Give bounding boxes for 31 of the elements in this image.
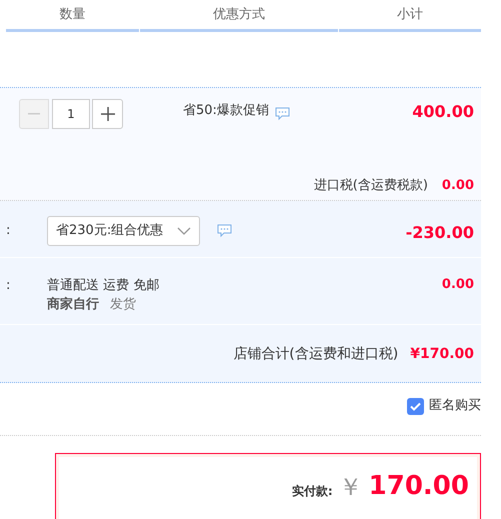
increase-button[interactable] <box>92 99 123 129</box>
column-header: 小计 <box>339 0 481 32</box>
promotion-text: 省50:爆款促销 <box>183 102 269 120</box>
import-tax-label: 进口税(含运费税款) <box>314 177 428 195</box>
delivery-method: 普通配送 运费 免邮 <box>47 276 160 295</box>
discount-label: : <box>6 222 10 240</box>
plus-icon <box>100 107 114 121</box>
decrease-button[interactable] <box>19 99 49 129</box>
chevron-down-icon <box>177 227 191 235</box>
check-icon <box>410 402 421 410</box>
quantity-field[interactable]: 1 <box>52 99 90 129</box>
delivery-amount: 0.00 <box>442 276 474 294</box>
import-tax-amount: 0.00 <box>442 177 474 195</box>
comment-icon[interactable] <box>217 224 232 238</box>
column-header: 优惠方式 <box>140 0 338 32</box>
subtotal-price: 400.00 <box>412 101 474 123</box>
discount-select[interactable]: 省230元:组合优惠 <box>47 216 200 246</box>
payment-amount: 170.00 <box>368 470 469 503</box>
store-total-amount: ¥170.00 <box>410 345 474 364</box>
anonymous-label: 匿名购买 <box>429 397 481 416</box>
currency-symbol: ￥ <box>338 472 363 502</box>
shipper-label: 商家自行 <box>47 296 99 314</box>
delivery-label: : <box>6 277 10 295</box>
minus-icon <box>28 113 40 115</box>
anonymous-checkbox[interactable] <box>407 398 424 414</box>
comment-icon[interactable] <box>274 106 290 120</box>
payment-label: 实付款: <box>292 482 333 500</box>
shipping-note: 发货 <box>110 296 136 314</box>
column-header: 数量 <box>6 0 139 32</box>
discount-amount: -230.00 <box>406 222 474 244</box>
store-total-label: 店铺合计(含运费和进口税) <box>233 345 398 364</box>
